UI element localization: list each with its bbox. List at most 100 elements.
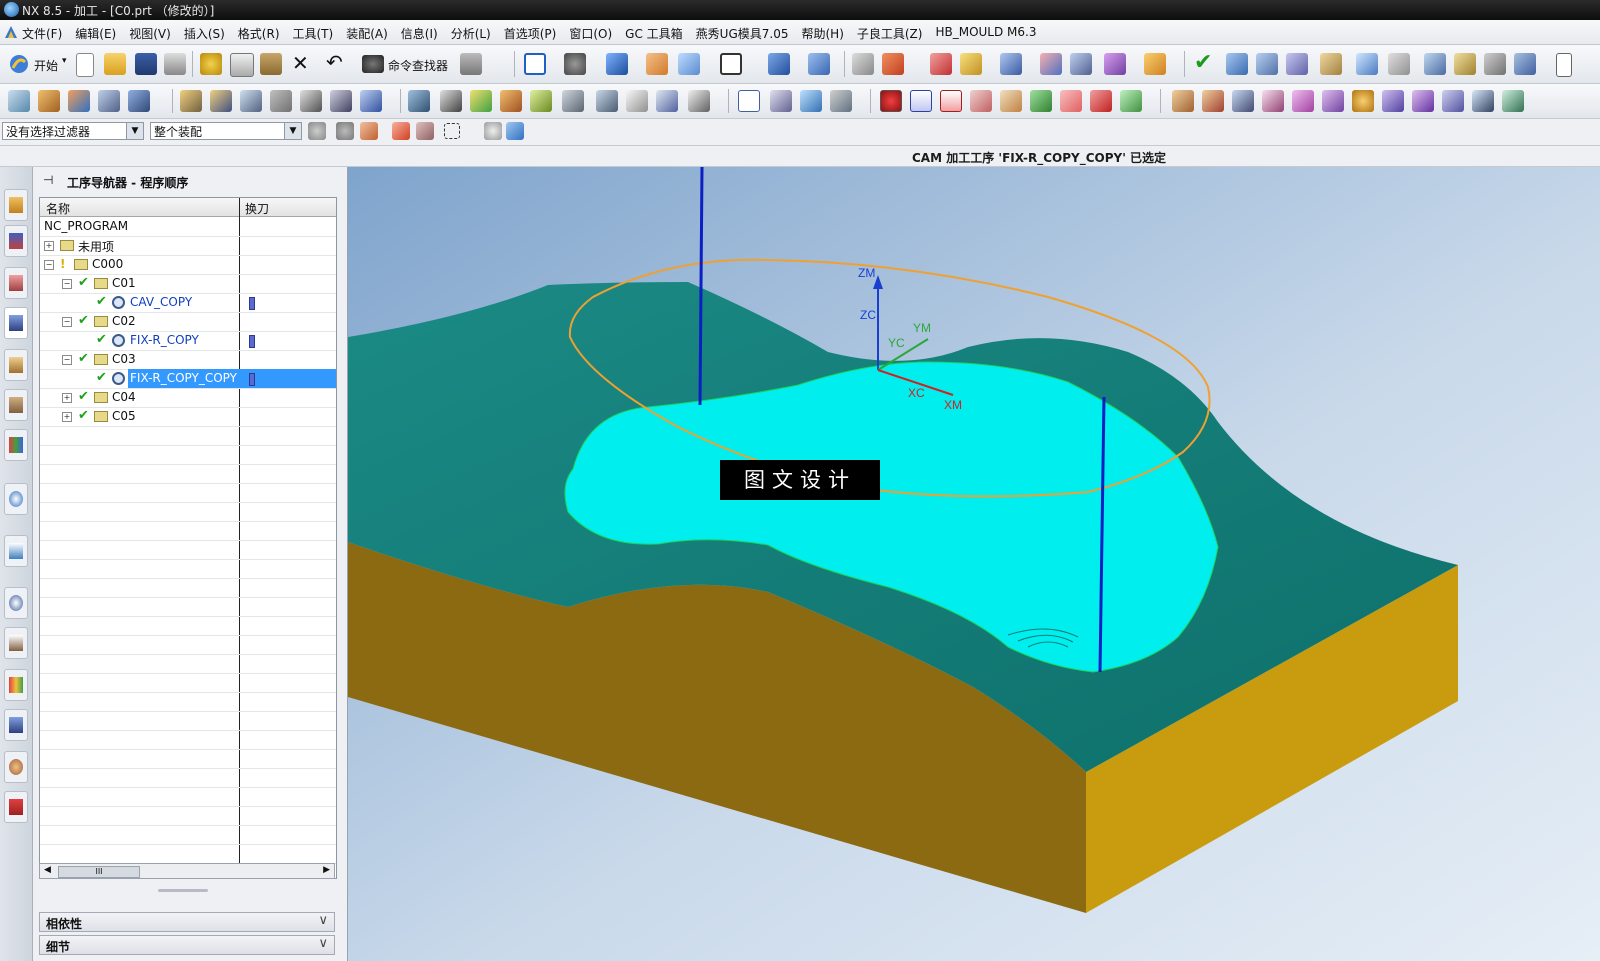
curve-rule-icon[interactable] (392, 122, 410, 140)
tree-row-unused[interactable]: + 未用项 (40, 236, 336, 256)
graphics-window[interactable]: ZM ZC YM YC XC XM (348, 167, 1600, 961)
shop-doc-icon[interactable] (1356, 53, 1378, 75)
mold-tool-7-icon[interactable] (1352, 90, 1374, 112)
program-icon[interactable] (1320, 53, 1342, 75)
nx-menu-icon[interactable] (3, 24, 19, 40)
cut-icon[interactable] (200, 53, 222, 75)
menu-tools[interactable]: 工具(T) (293, 25, 334, 42)
display-toggle-icon[interactable] (970, 90, 992, 112)
chevron-down-icon[interactable]: ▾ (62, 56, 67, 66)
snap-point-icon[interactable] (336, 122, 354, 140)
pink-shape-icon[interactable] (1060, 90, 1082, 112)
layer-icon[interactable] (1000, 90, 1022, 112)
expand-icon[interactable]: + (44, 241, 54, 251)
resource-tab-users[interactable] (4, 751, 28, 783)
geometry-view-icon[interactable] (240, 90, 262, 112)
resource-tab-constraint-nav[interactable] (4, 225, 28, 257)
expand-icon[interactable]: + (62, 393, 72, 403)
mold-tool-10-icon[interactable] (1442, 90, 1464, 112)
menu-hb-mould[interactable]: HB_MOULD M6.3 (935, 25, 1036, 42)
postprocess-cam-icon[interactable] (530, 90, 552, 112)
wcs-icon[interactable] (882, 53, 904, 75)
resource-tab-history[interactable] (4, 535, 28, 567)
scroll-right-icon[interactable]: ▶ (323, 865, 330, 875)
menu-view[interactable]: 视图(V) (129, 25, 171, 42)
scroll-thumb[interactable]: III (58, 866, 140, 878)
mold-tool-12-icon[interactable] (1502, 90, 1524, 112)
favorite-icon[interactable] (940, 90, 962, 112)
menu-gc-toolbox[interactable]: GC 工具箱 (625, 25, 683, 42)
wire-icon[interactable] (484, 122, 502, 140)
menu-assembly[interactable]: 装配(A) (346, 25, 388, 42)
output-icon[interactable] (1388, 53, 1410, 75)
start-icon[interactable] (8, 53, 30, 75)
menu-edit[interactable]: 编辑(E) (75, 25, 116, 42)
resource-tab-palettes[interactable] (4, 429, 28, 461)
resource-tab-system-materials[interactable] (4, 627, 28, 659)
undo-icon[interactable]: ↶ (326, 50, 343, 74)
point-filter-icon[interactable] (360, 122, 378, 140)
mold-tool-5-icon[interactable] (1292, 90, 1314, 112)
menu-format[interactable]: 格式(R) (238, 25, 280, 42)
display-record-icon[interactable] (880, 90, 902, 112)
resource-tab-operation-nav[interactable] (4, 307, 28, 339)
cube-icon[interactable] (506, 122, 524, 140)
resource-tab-clock[interactable] (4, 587, 28, 619)
list-toolpath-icon[interactable] (500, 90, 522, 112)
orient-view-icon[interactable] (678, 53, 700, 75)
green-arrow-icon[interactable] (1120, 90, 1142, 112)
replay-icon[interactable] (440, 90, 462, 112)
mold-tool-3-icon[interactable] (1232, 90, 1254, 112)
tree-row-c04[interactable]: + ✔ C04 (40, 388, 336, 408)
tool-icon[interactable] (1226, 53, 1248, 75)
green-box-icon[interactable] (1030, 90, 1052, 112)
verify-icon[interactable] (470, 90, 492, 112)
machine-tool-view-icon[interactable] (210, 90, 232, 112)
render-style-icon[interactable] (646, 53, 668, 75)
insert-method-icon[interactable] (98, 90, 120, 112)
resource-tab-part-nav[interactable] (4, 267, 28, 299)
resource-tab-reuse-library[interactable] (4, 389, 28, 421)
print-icon[interactable] (164, 53, 186, 75)
menu-analysis[interactable]: 分析(L) (451, 25, 491, 42)
copy-icon[interactable] (230, 53, 254, 77)
new-file-icon[interactable] (76, 53, 94, 77)
clip-view-icon[interactable] (808, 53, 830, 75)
binoculars-icon[interactable] (362, 55, 384, 73)
tree-row-c01[interactable]: − ✔ C01 (40, 274, 336, 294)
mold-tool-6-icon[interactable] (1322, 90, 1344, 112)
tree-row-c02[interactable]: − ✔ C02 (40, 312, 336, 332)
tree-row-c03[interactable]: − ✔ C03 (40, 350, 336, 370)
verify-toolpath-icon[interactable] (1070, 53, 1092, 75)
selection-scope-select[interactable]: 整个装配 ▼ (150, 122, 302, 140)
menu-file[interactable]: 文件(F) (22, 25, 62, 42)
shop-documentation-icon[interactable] (562, 90, 584, 112)
tree-row-c000[interactable]: − ! C000 (40, 255, 336, 275)
horizontal-scrollbar[interactable]: ◀ III ▶ (39, 863, 335, 879)
method-icon[interactable] (1286, 53, 1308, 75)
measure-icon[interactable] (1144, 53, 1166, 75)
copy-object-icon[interactable] (330, 90, 352, 112)
chevron-down-icon[interactable]: ∨ (318, 936, 328, 951)
insert-operation-icon[interactable] (128, 90, 150, 112)
pin-icon[interactable]: ⊣ (43, 173, 53, 187)
tree-row-c05[interactable]: + ✔ C05 (40, 407, 336, 427)
cut-object-icon[interactable] (300, 90, 322, 112)
chevron-down-icon[interactable]: ∨ (318, 913, 328, 928)
panel-splitter[interactable] (158, 889, 208, 892)
resource-tab-assembly-nav[interactable] (4, 189, 28, 221)
output-cls-icon[interactable] (626, 90, 648, 112)
mold-tool-4-icon[interactable] (1262, 90, 1284, 112)
machine-icon[interactable] (830, 90, 852, 112)
tool-path-icon[interactable] (688, 90, 710, 112)
insert-program-icon[interactable] (8, 90, 30, 112)
menu-yanxiu-mold[interactable]: 燕秀UG模具7.05 (696, 25, 789, 42)
generate-icon[interactable] (408, 90, 430, 112)
part-material-icon[interactable] (770, 90, 792, 112)
face-rule-icon[interactable] (416, 122, 434, 140)
type-filter-select[interactable]: 没有选择过滤器 ▼ (2, 122, 144, 140)
edit-object-icon[interactable] (1454, 53, 1476, 75)
operation-nav-icon[interactable] (738, 90, 760, 112)
method-view-icon[interactable] (270, 90, 292, 112)
section-view-icon[interactable] (768, 53, 790, 75)
